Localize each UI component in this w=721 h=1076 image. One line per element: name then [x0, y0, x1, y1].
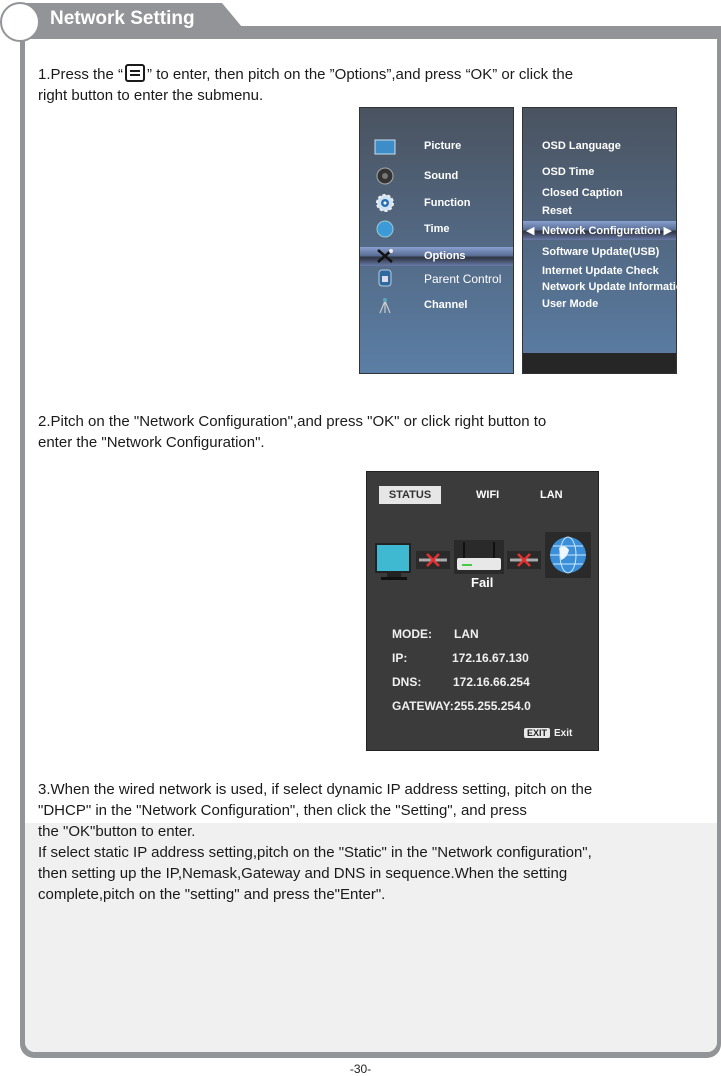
clock-icon: [376, 220, 394, 238]
submenu-item[interactable]: OSD Time: [542, 166, 594, 178]
step3-line: If select static IP address setting,pitc…: [38, 844, 592, 861]
sound-icon: [376, 167, 394, 185]
page-title: Network Setting: [50, 8, 195, 29]
globe-icon: [545, 532, 591, 578]
main-menu-item[interactable]: Time: [424, 223, 449, 235]
tab-lan[interactable]: LAN: [540, 489, 563, 501]
submenu-item[interactable]: Software Update(USB): [542, 246, 659, 258]
submenu-item[interactable]: Network Update Information: [542, 281, 689, 293]
dns-label: DNS:: [392, 675, 422, 689]
ip-label: IP:: [392, 651, 408, 665]
tv-icon: [375, 543, 411, 580]
step3-line: complete,pitch on the "setting" and pres…: [38, 886, 386, 903]
connection-failed-icon: [507, 551, 541, 569]
function-gear-icon: [376, 194, 394, 212]
step2-line1: 2.Pitch on the "Network Configuration",a…: [38, 413, 547, 430]
main-menu-item[interactable]: Sound: [424, 170, 458, 182]
step1-line2: right button to enter the submenu.: [38, 87, 264, 104]
router-icon: [454, 540, 504, 574]
connection-failed-icon: [416, 551, 450, 569]
mode-value: LAN: [454, 627, 479, 641]
dns-value: 172.16.66.254: [453, 675, 530, 689]
tab-status[interactable]: STATUS: [379, 486, 441, 504]
step3-line: then setting up the IP,Nemask,Gateway an…: [38, 865, 568, 882]
gateway-value: 255.255.254.0: [454, 699, 531, 713]
left-arrow-icon[interactable]: ◀: [526, 224, 534, 237]
main-menu-screen: Picture Sound Function Time Options Pare…: [359, 107, 514, 374]
main-menu-item-selected[interactable]: Options: [424, 250, 466, 262]
header-circle-decoration: [0, 2, 40, 42]
submenu-item[interactable]: User Mode: [542, 298, 598, 310]
submenu-bottom-bar: [523, 353, 676, 373]
step3-line: the "OK"button to enter.: [38, 823, 196, 840]
lock-icon: [378, 269, 392, 287]
network-config-screen: STATUS WIFI LAN Fail MODE: LAN IP: 172.1…: [366, 471, 599, 751]
step3-line: 3.When the wired network is used, if sel…: [38, 781, 593, 798]
step1-text-after: ” to enter, then pitch on the ”Options”,…: [147, 66, 574, 83]
ip-value: 172.16.67.130: [452, 651, 529, 665]
exit-key-icon[interactable]: EXIT: [524, 728, 551, 738]
step2-line2: enter the "Network Configuration".: [38, 434, 265, 451]
options-submenu-screen: OSD Language OSD Time Closed Caption Res…: [522, 107, 689, 374]
tools-icon: [377, 249, 393, 263]
main-menu-item[interactable]: Parent Control: [424, 272, 501, 286]
right-arrow-icon[interactable]: ▶: [664, 224, 672, 237]
picture-icon: [374, 139, 396, 155]
submenu-item[interactable]: Closed Caption: [542, 187, 623, 199]
main-menu-item[interactable]: Function: [424, 197, 470, 209]
main-menu-item[interactable]: Picture: [424, 140, 461, 152]
main-menu-item[interactable]: Channel: [424, 299, 467, 311]
step1-text-before: 1.Press the “: [38, 66, 124, 83]
menu-key-icon: [125, 64, 146, 82]
tab-wifi[interactable]: WIFI: [476, 489, 499, 501]
step1-paragraph: 1.Press the “ ” to enter, then pitch on t…: [38, 64, 573, 106]
gateway-label: GATEWAY:: [392, 699, 454, 713]
step3-line: "DHCP" in the "Network Configuration", t…: [38, 802, 527, 819]
antenna-icon: [379, 298, 391, 314]
page-number: -30-: [349, 1062, 372, 1076]
submenu-item[interactable]: OSD Language: [542, 140, 621, 152]
connection-status-text: Fail: [471, 575, 494, 590]
step3-paragraph: 3.When the wired network is used, if sel…: [38, 779, 592, 905]
exit-label[interactable]: Exit: [554, 728, 572, 739]
mode-label: MODE:: [392, 627, 432, 641]
step2-paragraph: 2.Pitch on the "Network Configuration",a…: [38, 411, 546, 453]
submenu-item[interactable]: Internet Update Check: [542, 265, 659, 277]
submenu-item-selected[interactable]: Network Configuration: [542, 225, 661, 237]
submenu-item[interactable]: Reset: [542, 205, 572, 217]
